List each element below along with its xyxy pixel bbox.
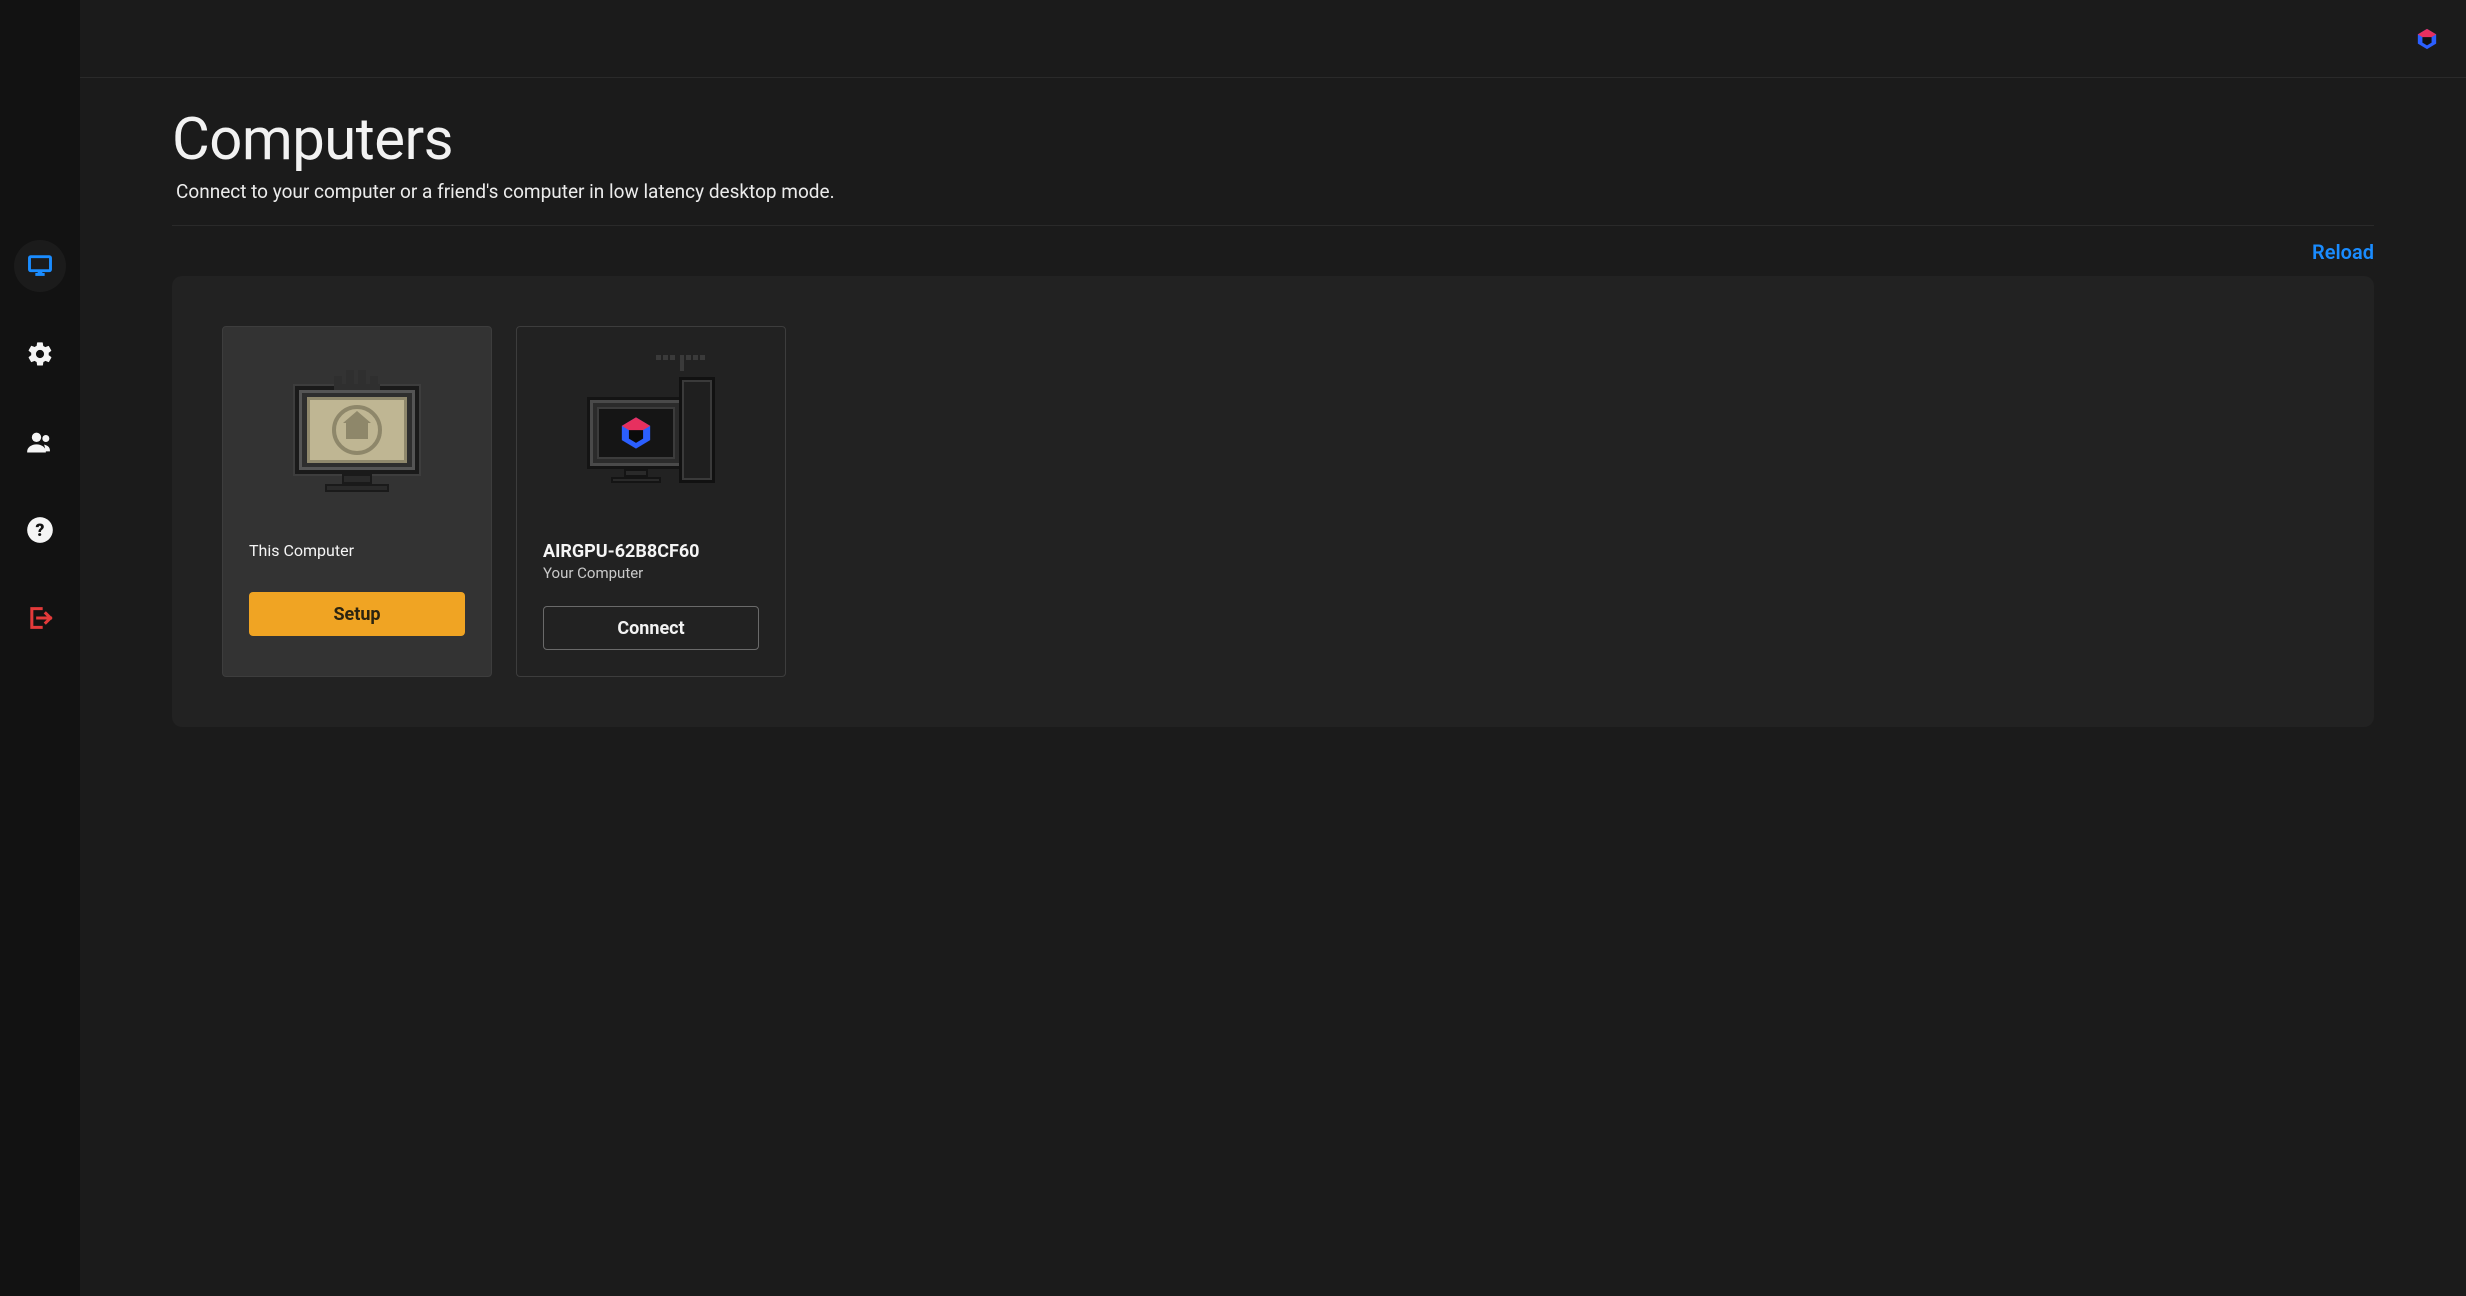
people-icon bbox=[26, 428, 54, 456]
computer-card-remote: AIRGPU-62B8CF60 Your Computer Connect bbox=[516, 326, 786, 677]
main-panel: Computers Connect to your computer or a … bbox=[80, 0, 2466, 1296]
local-computer-illustration bbox=[249, 355, 465, 505]
remote-card-title: AIRGPU-62B8CF60 bbox=[543, 541, 759, 562]
reload-button[interactable]: Reload bbox=[2312, 240, 2374, 264]
sidebar: ? bbox=[0, 0, 80, 1296]
toolbar: Reload bbox=[172, 240, 2374, 264]
computer-card-local: This Computer Setup bbox=[222, 326, 492, 677]
remote-computer-illustration bbox=[543, 355, 759, 505]
sidebar-item-settings[interactable] bbox=[14, 328, 66, 380]
remote-card-subtitle: Your Computer bbox=[543, 564, 759, 582]
sidebar-item-logout[interactable] bbox=[14, 592, 66, 644]
divider bbox=[172, 225, 2374, 226]
help-icon: ? bbox=[26, 516, 54, 544]
setup-button[interactable]: Setup bbox=[249, 592, 465, 636]
content-area: Computers Connect to your computer or a … bbox=[80, 78, 2466, 767]
sidebar-item-friends[interactable] bbox=[14, 416, 66, 468]
computer-icon bbox=[26, 252, 54, 280]
app-root: ? Computers Connect to your computer or … bbox=[0, 0, 2466, 1296]
local-card-title: This Computer bbox=[249, 541, 465, 560]
computers-panel: This Computer Setup bbox=[172, 276, 2374, 727]
sidebar-item-help[interactable]: ? bbox=[14, 504, 66, 556]
connect-button[interactable]: Connect bbox=[543, 606, 759, 650]
topbar bbox=[80, 0, 2466, 78]
page-title: Computers bbox=[172, 106, 2374, 174]
svg-text:?: ? bbox=[36, 521, 45, 541]
logout-icon bbox=[26, 604, 54, 632]
gear-icon bbox=[26, 340, 54, 368]
sidebar-item-computers[interactable] bbox=[14, 240, 66, 292]
brand-logo-icon bbox=[2416, 28, 2438, 50]
page-subtitle: Connect to your computer or a friend's c… bbox=[172, 180, 2374, 203]
